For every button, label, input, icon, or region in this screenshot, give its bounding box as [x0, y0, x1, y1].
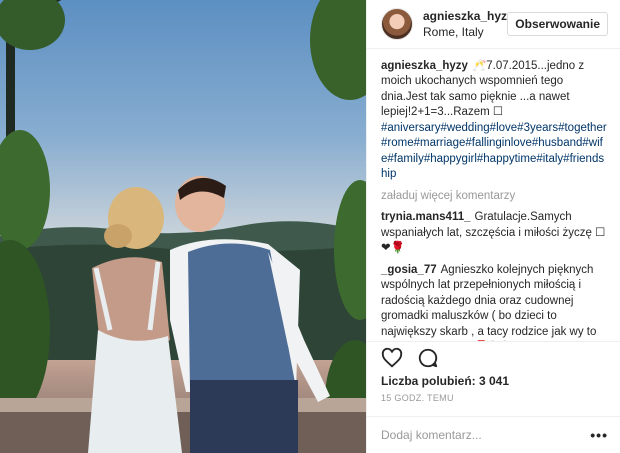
load-more-comments-link[interactable]: załaduj więcej komentarzy	[381, 189, 608, 205]
add-comment-bar: Dodaj komentarz... •••	[367, 415, 620, 453]
add-comment-input[interactable]: Dodaj komentarz...	[381, 428, 590, 442]
comment-item: trynia.mans411_ Gratulacje.Samych wspania…	[381, 210, 608, 257]
comment-username[interactable]: _gosia_77	[381, 264, 437, 276]
post-photo[interactable]	[0, 0, 366, 453]
comment-item: _gosia_77 Agnieszko kolejnych pięknych ws…	[381, 263, 608, 341]
avatar[interactable]	[381, 7, 413, 40]
post-sidebar: agnieszka_hyz Rome, Italy Obserwowanie a…	[366, 0, 620, 453]
heart-icon[interactable]	[381, 347, 403, 369]
caption-username[interactable]: agnieszka_hyzy	[381, 60, 468, 72]
instagram-post: agnieszka_hyz Rome, Italy Obserwowanie a…	[0, 0, 620, 453]
post-location[interactable]: Rome, Italy	[423, 24, 507, 40]
comment-username[interactable]: trynia.mans411_	[381, 211, 471, 223]
author-username[interactable]: agnieszka_hyz	[423, 8, 507, 24]
caption: agnieszka_hyzy 🥂7.07.2015...jedno z moich…	[381, 59, 608, 183]
follow-button[interactable]: Obserwowanie	[507, 11, 608, 36]
caption-hashtags[interactable]: #aniversary#wedding#love#3years#together…	[381, 122, 607, 181]
author-info: agnieszka_hyz Rome, Italy	[423, 8, 507, 40]
action-bar	[367, 341, 620, 373]
more-options-icon[interactable]: •••	[590, 427, 608, 443]
post-timestamp: 15 GODZ. TEMU	[381, 393, 454, 404]
post-header: agnieszka_hyz Rome, Italy Obserwowanie	[367, 0, 620, 49]
comment-bubble-icon[interactable]	[417, 347, 439, 369]
wedding-couple-photo	[0, 0, 366, 453]
comments-list: agnieszka_hyzy 🥂7.07.2015...jedno z moich…	[367, 49, 620, 341]
likes-count[interactable]: Liczba polubień: 3 041	[367, 373, 620, 389]
